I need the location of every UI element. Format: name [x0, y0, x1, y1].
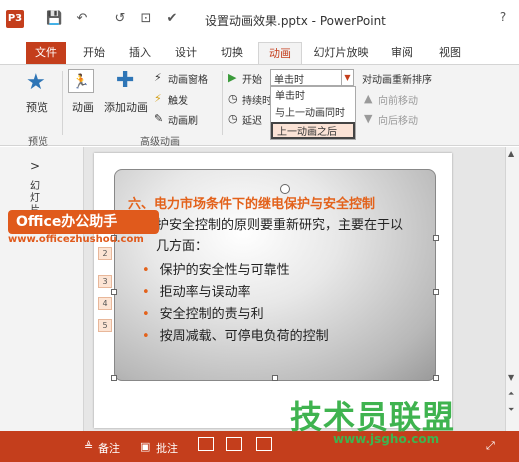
vertical-scrollbar[interactable]: ▲ ▼ ⏶ ⏷ [505, 147, 519, 431]
add-animation-button[interactable]: 添加动画 [104, 99, 148, 115]
duration-label: 持续时 [242, 96, 272, 107]
start-dropdown-value: 单击时 [274, 75, 304, 86]
bullet-item[interactable]: • 保护的安全性与可靠性 [142, 259, 290, 278]
start-dropdown-menu: 单击时 与上一动画同时 上一动画之后 [270, 86, 356, 140]
notes-icon[interactable]: ≜ [84, 440, 93, 453]
delay-label: 延迟 [242, 116, 262, 127]
office-assistant-badge: Office办公助手 [8, 210, 159, 234]
ribbon-tabs: 文件 开始 插入 设计 切换 动画 幻灯片放映 审阅 视图 [0, 42, 519, 64]
preview-button[interactable]: 预览 [26, 99, 48, 115]
trigger-icon[interactable]: ⚡ [154, 92, 162, 105]
slide-title[interactable]: 六、电力市场条件下的继电保护与安全控制 [128, 193, 375, 212]
trigger-button[interactable]: 触发 [168, 92, 188, 107]
normal-view-icon[interactable] [198, 437, 214, 451]
tab-review[interactable]: 审阅 [382, 42, 422, 64]
bullet-item[interactable]: • 拒动率与误动率 [142, 281, 251, 300]
redo-icon[interactable]: ↺ [112, 11, 128, 27]
move-later-icon[interactable]: ▼ [364, 112, 372, 125]
resize-handle[interactable] [111, 289, 117, 295]
bullet-dot-icon: • [142, 285, 150, 300]
slide-body-line[interactable]: 几方面： [156, 235, 208, 254]
move-earlier-icon[interactable]: ▲ [364, 92, 372, 105]
tab-home[interactable]: 开始 [74, 42, 114, 64]
resize-handle[interactable] [433, 235, 439, 241]
animation-order-tag[interactable]: 5 [98, 319, 112, 332]
animation-painter-button[interactable]: 动画刷 [168, 112, 198, 127]
animation-button[interactable]: 动画 [72, 99, 94, 115]
group-preview-label: 预览 [28, 137, 48, 148]
office-assistant-url: www.officezhushou.com [8, 234, 144, 245]
slide-canvas[interactable]: 六、电力市场条件下的继电保护与安全控制 护安全控制的原则要重新研究，主要在于以 … [94, 153, 452, 428]
start-dropdown[interactable]: 单击时 ▼ [270, 69, 354, 86]
add-animation-icon[interactable]: ✚ [116, 69, 134, 93]
start-icon: ▶ [228, 71, 237, 84]
touch-mode-icon[interactable]: ✔ [164, 11, 180, 27]
bullet-dot-icon: • [142, 307, 150, 322]
animation-order-tag[interactable]: 3 [98, 275, 112, 288]
tab-slideshow[interactable]: 幻灯片放映 [308, 42, 374, 64]
resize-handle[interactable] [433, 375, 439, 381]
animation-gallery-icon[interactable]: 🏃 [68, 69, 94, 93]
animation-pane-icon[interactable]: ⚡ [154, 71, 162, 84]
animation-painter-icon[interactable]: ✎ [154, 112, 163, 125]
move-earlier-button[interactable]: 向前移动 [378, 92, 418, 107]
reorder-label: 对动画重新排序 [362, 75, 432, 86]
duration-icon: ◷ [228, 92, 238, 105]
bullet-dot-icon: • [142, 263, 150, 278]
delay-icon: ◷ [228, 112, 238, 125]
comments-icon[interactable]: ▣ [140, 440, 150, 453]
comments-button[interactable]: 批注 [156, 440, 178, 456]
expand-pane-icon[interactable]: > [30, 159, 40, 173]
ribbon-separator [222, 71, 223, 135]
chevron-down-icon[interactable]: ▼ [341, 70, 353, 85]
slideshow-icon[interactable]: ⊡ [138, 11, 154, 27]
tab-animations[interactable]: 动画 [258, 42, 302, 64]
jsgho-watermark-url: www.jsgho.com [333, 432, 440, 446]
document-title: 设置动画效果.pptx - PowerPoint [205, 14, 386, 28]
tab-design[interactable]: 设计 [166, 42, 206, 64]
next-slide-icon[interactable]: ⏷ [508, 405, 514, 415]
notes-button[interactable]: 备注 [98, 440, 120, 456]
dropdown-option-with-previous[interactable]: 与上一动画同时 [271, 105, 355, 122]
fit-slide-icon[interactable]: ⤢ [486, 439, 495, 453]
tab-file[interactable]: 文件 [26, 42, 66, 64]
bullet-item[interactable]: • 安全控制的责与利 [142, 303, 264, 322]
tab-transitions[interactable]: 切换 [212, 42, 252, 64]
help-icon[interactable]: ? [495, 10, 511, 26]
resize-handle[interactable] [111, 375, 117, 381]
previous-slide-icon[interactable]: ⏶ [508, 389, 514, 399]
bullet-item[interactable]: • 按周减载、可停电负荷的控制 [142, 325, 329, 344]
animation-order-tag[interactable]: 4 [98, 297, 112, 310]
scroll-up-icon[interactable]: ▲ [508, 149, 514, 158]
tab-view[interactable]: 视图 [430, 42, 470, 64]
dropdown-option-after-previous[interactable]: 上一动画之后 [271, 122, 355, 139]
reading-view-icon[interactable] [256, 437, 272, 451]
move-later-button[interactable]: 向后移动 [378, 112, 418, 127]
save-icon[interactable]: 💾 [46, 11, 62, 27]
start-label: 开始 [242, 75, 262, 86]
ribbon-separator [62, 71, 63, 135]
powerpoint-logo-icon: P3 [6, 10, 24, 28]
tab-insert[interactable]: 插入 [120, 42, 160, 64]
bullet-dot-icon: • [142, 329, 150, 344]
preview-star-icon[interactable]: ★ [26, 71, 46, 95]
animation-order-tag[interactable]: 2 [98, 247, 112, 260]
slide-body-line[interactable]: 护安全控制的原则要重新研究，主要在于以 [156, 214, 403, 233]
group-advanced-label: 高级动画 [140, 137, 180, 148]
slide-sorter-icon[interactable] [226, 437, 242, 451]
title-bar: P3 💾 ↶ ↺ ⊡ ✔ 设置动画效果.pptx - PowerPoint ? [0, 0, 519, 42]
animation-pane-button[interactable]: 动画窗格 [168, 71, 208, 86]
scroll-down-icon[interactable]: ▼ [508, 373, 514, 382]
resize-handle[interactable] [433, 289, 439, 295]
undo-icon[interactable]: ↶ [74, 11, 90, 27]
slides-pane: > 幻灯片 [0, 147, 84, 431]
ribbon: ★ 预览 预览 🏃 动画 ✚ 添加动画 ⚡ 动画窗格 ⚡ 触发 ✎ 动画刷 高级… [0, 64, 519, 148]
slide-editing-area: 六、电力市场条件下的继电保护与安全控制 护安全控制的原则要重新研究，主要在于以 … [84, 147, 505, 431]
resize-handle[interactable] [272, 375, 278, 381]
dropdown-option-on-click[interactable]: 单击时 [271, 88, 355, 105]
